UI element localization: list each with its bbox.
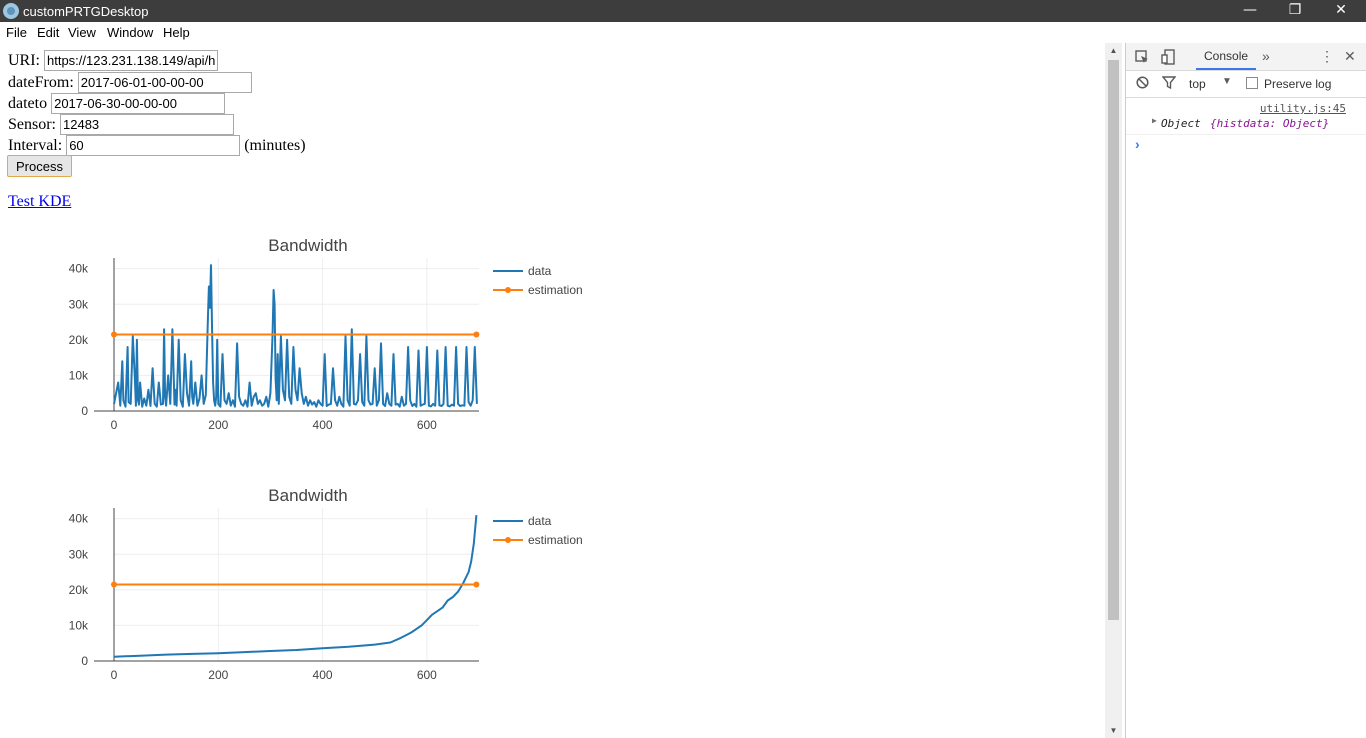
legend-label-estimation: estimation — [528, 283, 583, 297]
x-tick-label: 200 — [208, 418, 228, 432]
menu-edit[interactable]: Edit — [37, 25, 59, 40]
menu-help[interactable]: Help — [163, 25, 190, 40]
interval-unit: (minutes) — [244, 137, 306, 154]
legend-label-data: data — [528, 514, 552, 528]
legend-marker — [505, 537, 511, 543]
menu-file[interactable]: File — [6, 25, 27, 40]
app-icon — [3, 3, 19, 19]
x-tick-label: 200 — [208, 668, 228, 682]
restore-button[interactable]: ❐ — [1272, 0, 1318, 22]
datefrom-label: dateFrom: — [8, 74, 74, 91]
context-selector[interactable]: top — [1189, 77, 1206, 91]
devtools-panel: Console » ⋮ ✕ top ▼ Preserve log utility… — [1125, 43, 1366, 738]
process-button[interactable]: Process — [7, 155, 72, 177]
window-title: customPRTGDesktop — [23, 4, 149, 19]
sensor-input[interactable] — [60, 114, 234, 135]
x-tick-label: 600 — [417, 418, 437, 432]
console-message: utility.js:45 ▶ Object {histdata: Object… — [1126, 98, 1366, 135]
menu-view[interactable]: View — [68, 25, 96, 40]
more-options-icon[interactable]: ⋮ — [1320, 43, 1334, 70]
expand-triangle-icon[interactable]: ▶ — [1152, 116, 1157, 125]
scroll-up-icon[interactable]: ▲ — [1105, 43, 1122, 58]
dateto-label: dateto — [8, 95, 48, 112]
devtools-toolbar: Console » ⋮ ✕ — [1126, 43, 1366, 71]
estimation-point — [473, 581, 480, 588]
y-tick-label: 10k — [69, 368, 89, 382]
y-tick-label: 30k — [69, 297, 89, 311]
chart-title: Bandwidth — [268, 486, 347, 505]
y-tick-label: 40k — [69, 512, 89, 526]
x-tick-label: 0 — [111, 418, 118, 432]
log-object-body[interactable]: {histdata: Object} — [1210, 117, 1329, 130]
chart-title: Bandwidth — [268, 236, 347, 255]
page-scrollbar[interactable]: ▲ ▼ — [1105, 43, 1122, 738]
y-tick-label: 0 — [81, 404, 88, 418]
close-button[interactable]: ✕ — [1318, 0, 1364, 22]
datefrom-input[interactable] — [77, 72, 252, 93]
estimation-point — [111, 581, 117, 588]
y-tick-label: 0 — [81, 654, 88, 668]
console-prompt-icon[interactable]: › — [1135, 136, 1140, 152]
scroll-thumb[interactable] — [1108, 60, 1119, 620]
legend-label-estimation: estimation — [528, 533, 583, 547]
estimation-point — [111, 331, 117, 338]
sensor-label: Sensor: — [8, 116, 56, 133]
estimation-point — [473, 331, 480, 338]
y-tick-label: 40k — [69, 262, 89, 276]
x-tick-label: 400 — [313, 418, 333, 432]
legend-marker — [505, 287, 511, 293]
minimize-button[interactable]: — — [1227, 0, 1273, 22]
preserve-log-label: Preserve log — [1264, 77, 1332, 91]
menu-window[interactable]: Window — [107, 25, 153, 40]
tab-console[interactable]: Console — [1196, 43, 1257, 70]
legend-label-data: data — [528, 264, 552, 278]
bandwidth-chart-2: Bandwidth 0 10k 20k 30k 40k 0 200 400 600 data esti… — [69, 486, 583, 682]
series-line-data — [113, 264, 478, 408]
test-kde-link[interactable]: Test KDE — [8, 193, 71, 211]
menu-bar: File Edit View Window Help — [0, 22, 1366, 43]
x-tick-label: 600 — [417, 668, 437, 682]
y-tick-label: 10k — [69, 618, 89, 632]
interval-input[interactable] — [66, 135, 241, 156]
interval-label: Interval: — [8, 137, 63, 154]
bandwidth-chart-1: Bandwidth 0 10k 20k 30k 40k 0 200 400 600 data esti… — [69, 236, 583, 432]
dateto-input[interactable] — [51, 93, 226, 114]
clear-console-icon[interactable] — [1136, 76, 1149, 92]
y-tick-label: 20k — [69, 583, 89, 597]
y-tick-label: 30k — [69, 547, 89, 561]
log-object-prefix[interactable]: Object — [1161, 117, 1201, 130]
y-tick-label: 20k — [69, 333, 89, 347]
title-bar: customPRTGDesktop — ❐ ✕ — [0, 0, 1366, 22]
close-devtools-icon[interactable]: ✕ — [1344, 43, 1356, 70]
preserve-log-checkbox[interactable] — [1246, 77, 1258, 89]
scroll-down-icon[interactable]: ▼ — [1105, 723, 1122, 738]
dateto-row: dateto — [8, 93, 226, 114]
page-content: URI: dateFrom: dateto Sensor: Interval: (… — [0, 43, 1105, 738]
x-tick-label: 0 — [111, 668, 118, 682]
device-toolbar-icon[interactable] — [1161, 43, 1175, 70]
uri-label: URI: — [8, 52, 40, 69]
console-filter-bar: top ▼ Preserve log — [1126, 71, 1366, 98]
context-dropdown-icon[interactable]: ▼ — [1222, 76, 1232, 87]
datefrom-row: dateFrom: — [8, 72, 252, 93]
inspect-element-icon[interactable] — [1135, 43, 1149, 70]
filter-icon[interactable] — [1161, 76, 1177, 92]
interval-row: Interval: (minutes) — [8, 135, 306, 156]
more-tabs-icon[interactable]: » — [1262, 43, 1270, 70]
x-tick-label: 400 — [313, 668, 333, 682]
uri-input[interactable] — [44, 50, 218, 71]
sensor-row: Sensor: — [8, 114, 234, 135]
uri-row: URI: — [8, 50, 218, 71]
log-source-link[interactable]: utility.js:45 — [1260, 102, 1346, 115]
series-line-data — [113, 515, 478, 658]
